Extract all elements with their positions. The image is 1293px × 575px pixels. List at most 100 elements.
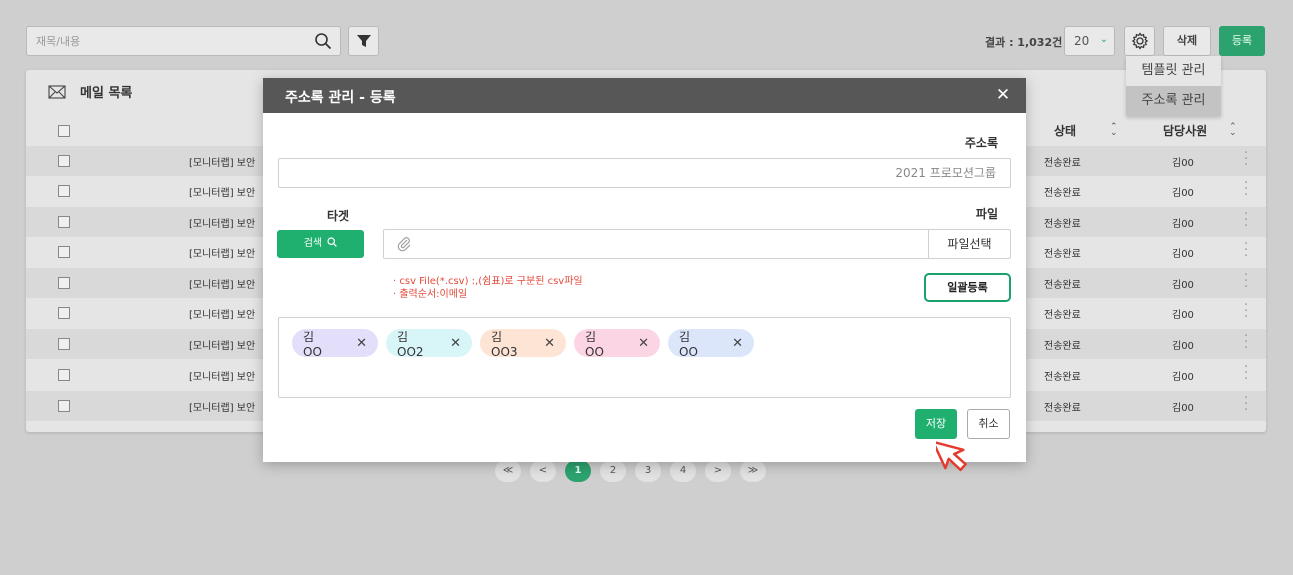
more-icon[interactable]: · · · [1244, 392, 1248, 417]
close-icon[interactable]: ✕ [356, 336, 367, 351]
close-icon[interactable]: ✕ [732, 336, 743, 351]
panel-title: 메일 목록 [48, 82, 132, 101]
column-header-status[interactable]: 상태 [1054, 122, 1076, 139]
csv-hint: · csv File(*.csv) :,(쉼표)로 구분된 csv파일 · 출력… [393, 275, 583, 301]
more-icon[interactable]: · · · [1244, 361, 1248, 386]
row-owner: 김00 [1172, 249, 1194, 260]
file-field[interactable]: 파일선택 [383, 229, 1011, 259]
search-icon[interactable] [314, 32, 332, 50]
row-subject: [모니터랩] 보안 [189, 280, 256, 291]
tag-label: 김OO [679, 329, 698, 359]
row-owner: 김00 [1172, 158, 1194, 169]
row-status: 전송완료 [1044, 280, 1081, 291]
page-button-4[interactable]: 4 [670, 460, 696, 482]
more-icon[interactable]: · · · [1244, 177, 1248, 202]
row-owner: 김00 [1172, 280, 1194, 291]
page-prev-button[interactable]: < [530, 460, 556, 482]
more-icon[interactable]: · · · [1244, 147, 1248, 172]
more-icon[interactable]: · · · [1244, 330, 1248, 355]
panel-title-text: 메일 목록 [80, 86, 133, 101]
row-owner: 김00 [1172, 341, 1194, 352]
recipient-tag: 김OO ✕ [574, 329, 660, 359]
row-checkbox[interactable] [58, 307, 70, 319]
row-checkbox[interactable] [58, 369, 70, 381]
row-subject: [모니터랩] 보안 [189, 310, 256, 321]
row-checkbox[interactable] [58, 400, 70, 412]
mail-icon [48, 84, 66, 99]
page-button-2[interactable]: 2 [600, 460, 626, 482]
file-select-button[interactable]: 파일선택 [928, 230, 1010, 258]
row-checkbox[interactable] [58, 277, 70, 289]
result-count: 결과 : 1,032건 [985, 36, 1063, 49]
sort-icon[interactable]: ⌃ ⌄ [1229, 123, 1237, 138]
csv-hint-line: · 출력순서:이메일 [393, 289, 468, 300]
paperclip-icon [397, 237, 411, 252]
page-size-select[interactable]: 20 ⌄ [1064, 26, 1115, 56]
sort-icon[interactable]: ⌃ ⌄ [1110, 123, 1118, 138]
row-subject: [모니터랩] 보안 [189, 158, 256, 169]
row-owner: 김00 [1172, 372, 1194, 383]
row-subject: [모니터랩] 보안 [189, 341, 256, 352]
pointer-cursor-icon [936, 440, 967, 472]
modal-header: 주소록 관리 - 등록 ✕ [263, 78, 1026, 113]
settings-button[interactable] [1124, 26, 1155, 56]
filter-button[interactable] [348, 26, 379, 56]
page-first-button[interactable]: ≪ [495, 460, 521, 482]
row-subject: [모니터랩] 보안 [189, 249, 256, 260]
row-status: 전송완료 [1044, 158, 1081, 169]
delete-button[interactable]: 삭제 [1163, 26, 1211, 56]
row-checkbox[interactable] [58, 185, 70, 197]
more-icon[interactable]: · · · [1244, 299, 1248, 324]
search-input[interactable] [27, 27, 307, 55]
close-icon[interactable]: ✕ [994, 86, 1012, 104]
addressbook-value: 2021 프로모션그룹 [895, 166, 996, 180]
register-button[interactable]: 등록 [1219, 26, 1265, 56]
gear-icon [1131, 32, 1148, 50]
modal-title: 주소록 관리 - 등록 [285, 90, 396, 106]
addressbook-field[interactable]: 2021 프로모션그룹 [278, 158, 1011, 188]
more-icon[interactable]: · · · [1244, 208, 1248, 233]
row-owner: 김00 [1172, 403, 1194, 414]
row-owner: 김00 [1172, 219, 1194, 230]
tag-label: 김OO [303, 329, 322, 359]
row-status: 전송완료 [1044, 372, 1081, 383]
row-checkbox[interactable] [58, 338, 70, 350]
addressbook-register-modal: 주소록 관리 - 등록 ✕ 주소록 2021 프로모션그룹 타겟 검색 파일 파… [263, 78, 1026, 462]
menu-item-addressbook-management[interactable]: 주소록 관리 [1126, 86, 1221, 116]
row-subject: [모니터랩] 보안 [189, 188, 256, 199]
page-button-3[interactable]: 3 [635, 460, 661, 482]
menu-item-template-management[interactable]: 템플릿 관리 [1126, 56, 1221, 86]
close-icon[interactable]: ✕ [450, 336, 461, 351]
row-status: 전송완료 [1044, 341, 1081, 352]
more-icon[interactable]: · · · [1244, 238, 1248, 263]
recipient-tag-area[interactable]: 김OO ✕ 김OO2 ✕ 김OO3 ✕ 김OO ✕ 김OO ✕ [278, 317, 1011, 398]
row-checkbox[interactable] [58, 246, 70, 258]
row-checkbox[interactable] [58, 155, 70, 167]
file-label: 파일 [975, 207, 998, 221]
more-icon[interactable]: · · · [1244, 269, 1248, 294]
row-owner: 김00 [1172, 310, 1194, 321]
target-search-label: 검색 [303, 238, 323, 249]
tag-label: 김OO [585, 329, 604, 359]
bulk-register-button[interactable]: 일괄등록 [924, 273, 1011, 302]
page-last-button[interactable]: ≫ [740, 460, 766, 482]
page-next-button[interactable]: > [705, 460, 731, 482]
page-button-1[interactable]: 1 [565, 460, 591, 482]
row-checkbox[interactable] [58, 216, 70, 228]
top-toolbar: 결과 : 1,032건 20 ⌄ 삭제 등록 [0, 0, 1293, 70]
settings-dropdown: 템플릿 관리 주소록 관리 [1126, 56, 1221, 116]
select-all-checkbox[interactable] [58, 125, 70, 137]
close-icon[interactable]: ✕ [638, 336, 649, 351]
target-search-button[interactable]: 검색 [277, 230, 364, 258]
tag-list: 김OO ✕ 김OO2 ✕ 김OO3 ✕ 김OO ✕ 김OO ✕ [292, 329, 754, 359]
close-icon[interactable]: ✕ [544, 336, 555, 351]
row-subject: [모니터랩] 보안 [189, 403, 256, 414]
tag-label: 김OO2 [397, 329, 424, 359]
csv-hint-line: · csv File(*.csv) :,(쉼표)로 구분된 csv파일 [393, 276, 583, 287]
row-subject: [모니터랩] 보안 [189, 219, 256, 230]
search-box [26, 26, 341, 56]
recipient-tag: 김OO3 ✕ [480, 329, 566, 359]
column-header-owner[interactable]: 담당사원 [1163, 122, 1207, 139]
tag-label: 김OO3 [491, 329, 518, 359]
search-icon [327, 237, 338, 247]
